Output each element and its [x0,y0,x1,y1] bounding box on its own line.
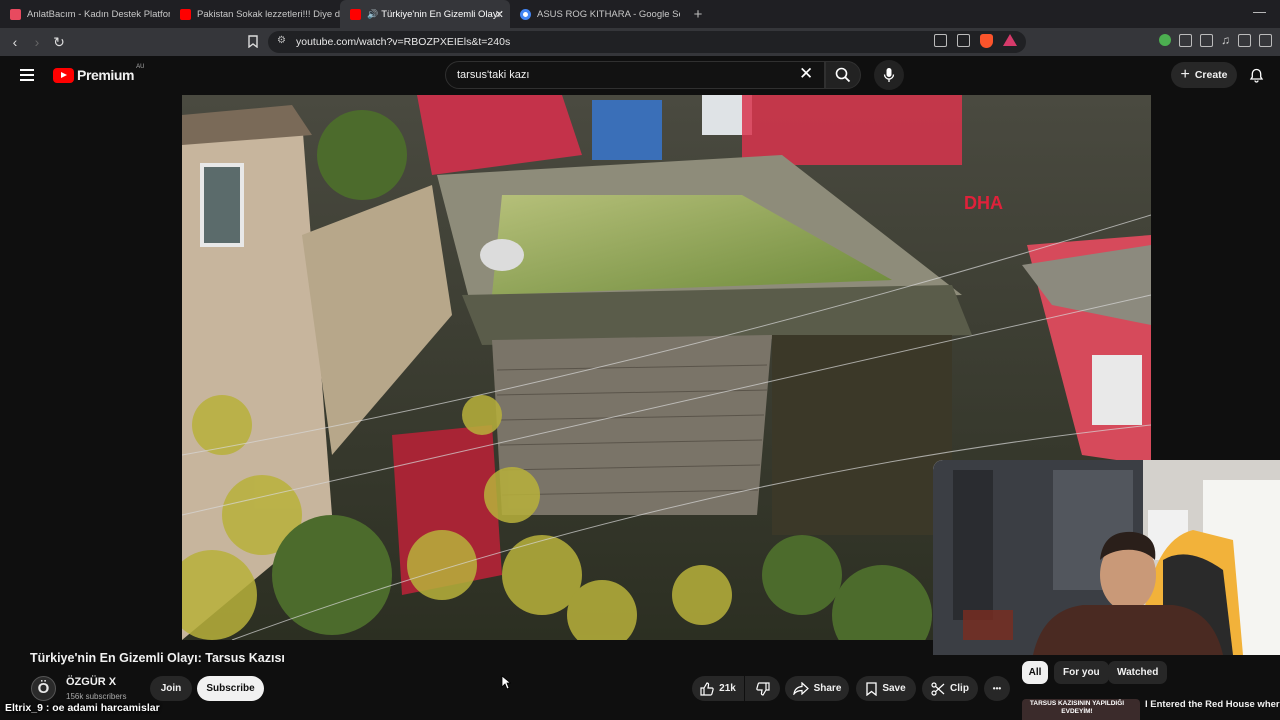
dha-watermark: DHA [964,193,1003,213]
save-button[interactable]: Save [856,676,916,701]
chip-for-you[interactable]: For you [1054,661,1109,684]
thumbs-up-icon [700,681,714,696]
clip-label: Clip [950,683,969,694]
mouse-cursor-icon [501,675,512,695]
browser-tab-strip: AnlatBacım - Kadın Destek Platformu Paki… [0,0,1280,28]
speaker-icon: 🔊 [367,8,379,19]
like-count: 21k [719,683,736,694]
browser-tab-active[interactable]: 🔊 Türkiye'nin En Gizemli Olayı: ✕ [340,0,510,28]
google-favicon-icon [520,8,531,20]
search-query: tarsus'taki kazı [457,69,530,81]
thumbs-down-icon [755,681,770,696]
tab-label: ASUS ROG KITHARA - Google Search [537,8,680,20]
subscriber-count: 156k subscribers [66,692,127,701]
clear-search-icon[interactable]: ✕ [799,65,813,83]
youtube-play-icon [53,67,74,83]
microphone-icon [883,68,895,82]
back-icon[interactable]: ‹ [4,31,26,53]
voice-search-button[interactable] [874,60,904,90]
channel-avatar[interactable]: Ö [31,676,56,701]
reload-icon[interactable]: ↻ [48,31,70,53]
subscribe-button[interactable]: Subscribe [197,676,264,701]
tab-label: Türkiye'nin En Gizemli Olayı: [381,8,503,20]
like-button[interactable]: 21k [692,676,744,701]
dislike-button[interactable] [745,676,780,701]
clip-button[interactable]: Clip [922,676,978,701]
bookmark-save-icon [866,681,877,696]
thumbnail-caption: TARSUS KAZISININ YAPILDIĞI EVDEYİM! [1029,700,1125,715]
logo-text: Premium [77,67,135,83]
save-label: Save [882,683,906,694]
youtube-favicon-icon [350,8,361,20]
tab-label: Pakistan Sokak lezzetleri!!! Diye diye [197,8,340,20]
share-button[interactable]: Share [785,676,849,701]
bookmark-icon[interactable] [248,35,258,53]
minimize-window-icon[interactable]: — [1253,4,1266,19]
brave-shield-icon[interactable] [980,34,993,48]
chip-all[interactable]: All [1022,661,1048,684]
sidebar-icon[interactable] [1238,34,1251,47]
leaf-extension-icon[interactable] [1159,34,1171,46]
recommended-video-thumbnail[interactable]: TARSUS KAZISININ YAPILDIĞI EVDEYİM! [1022,699,1140,720]
streamer-webcam-overlay [933,460,1280,655]
youtube-favicon-icon [180,8,191,20]
join-button[interactable]: Join [150,676,192,701]
youtube-logo[interactable]: Premium AU [53,64,145,83]
create-button[interactable]: + Create [1171,62,1237,88]
tab-label: AnlatBacım - Kadın Destek Platformu [27,8,170,20]
browser-tab[interactable]: AnlatBacım - Kadın Destek Platformu [0,0,170,28]
brave-rewards-icon[interactable] [1003,34,1017,46]
scissors-icon [931,681,945,696]
url-text: youtube.com/watch?v=RBOZPXEIEls&t=240s [296,36,511,48]
browser-tab[interactable]: ASUS ROG KITHARA - Google Search [510,0,680,28]
forward-icon[interactable]: › [26,31,48,53]
search-button[interactable] [825,61,861,89]
more-icon: ••• [992,684,1002,693]
url-field[interactable]: ⚙ youtube.com/watch?v=RBOZPXEIEls&t=240s [268,31,1026,53]
stream-chat-message: Eltrix_9 : oe adami harcamislar [5,702,160,714]
share-page-icon[interactable] [957,34,970,47]
profile-icon[interactable] [1259,34,1272,47]
more-actions-button[interactable]: ••• [984,676,1010,701]
menu-icon[interactable] [20,69,34,81]
notifications-bell-icon[interactable] [1249,68,1264,88]
logo-region: AU [136,64,145,70]
site-settings-icon[interactable]: ⚙ [277,35,286,46]
browser-toolbar: ‹ › ↻ ⚙ youtube.com/watch?v=RBOZPXEIEls&… [0,28,1280,56]
plus-icon: + [1180,66,1190,83]
extensions-icon[interactable] [1179,34,1192,47]
share-label: Share [813,683,842,694]
search-icon [835,67,851,83]
wallet-icon[interactable] [1200,34,1213,47]
youtube-header: Premium AU tarsus'taki kazı ✕ + Create [0,56,1280,94]
share-icon [792,682,809,695]
tab-favicon-icon [10,8,21,20]
tab-close-icon[interactable]: ✕ [495,8,504,21]
screen-icon[interactable] [934,34,947,47]
new-tab-button[interactable]: + [688,6,708,23]
video-title: Türkiye'nin En Gizemli Olayı: Tarsus Kaz… [30,651,285,665]
chip-watched[interactable]: Watched [1108,661,1168,684]
browser-tab[interactable]: Pakistan Sokak lezzetleri!!! Diye diye [170,0,340,28]
search-input[interactable]: tarsus'taki kazı [445,61,825,89]
channel-name[interactable]: ÖZGÜR X [66,676,116,688]
create-label: Create [1194,69,1228,81]
webcam-frame [933,460,1280,655]
music-icon[interactable]: ♫ [1221,34,1230,47]
recommended-video-title[interactable]: I Entered the Red House where the Excava… [1145,699,1280,711]
